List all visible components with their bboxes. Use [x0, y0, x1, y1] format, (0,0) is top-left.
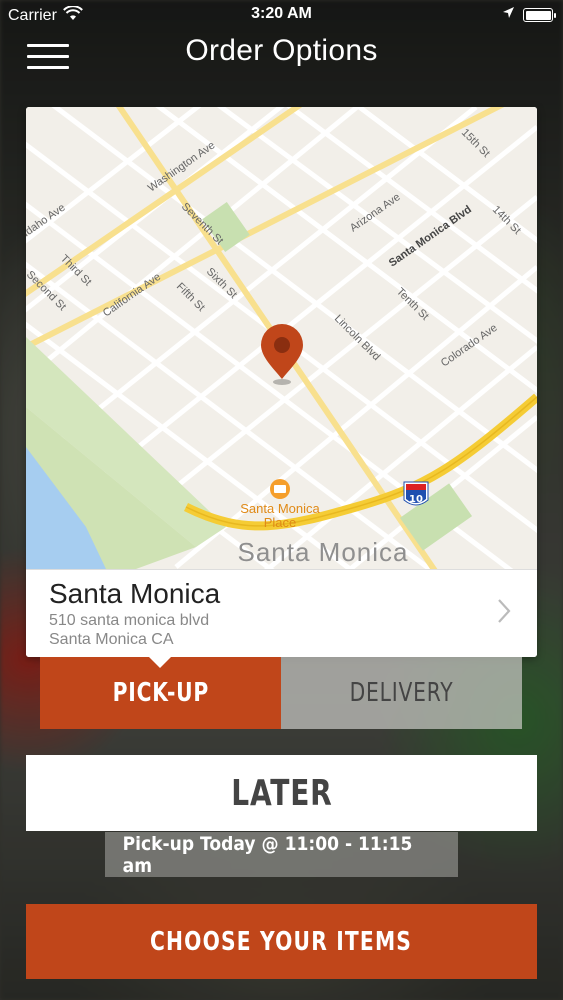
delivery-label: DELIVERY	[349, 678, 454, 708]
location-address-line1: 510 santa monica blvd	[49, 612, 210, 629]
poi-label-line2: Place	[264, 515, 297, 530]
order-type-segmented-control: PICK-UP DELIVERY	[40, 656, 522, 729]
location-arrow-icon	[502, 6, 515, 24]
chevron-right-icon	[497, 598, 511, 629]
highway-shield-number: 10	[409, 494, 423, 505]
location-row[interactable]: Santa Monica 510 santa monica blvd Santa…	[26, 569, 537, 657]
poi-label-line1: Santa Monica	[240, 501, 320, 516]
battery-icon	[523, 8, 556, 22]
battery-fill	[525, 10, 551, 20]
status-right	[502, 6, 556, 24]
pickup-label: PICK-UP	[112, 678, 209, 708]
choose-your-items-button[interactable]: CHOOSE YOUR ITEMS	[26, 904, 537, 979]
delivery-tab[interactable]: DELIVERY	[281, 657, 522, 729]
city-label: Santa Monica	[238, 537, 409, 567]
location-name: Santa Monica	[49, 578, 221, 609]
status-bar: Carrier 3:20 AM	[0, 0, 563, 30]
highway-shield-icon: 10	[403, 481, 429, 506]
status-time: 3:20 AM	[251, 5, 312, 22]
page-title: Order Options	[185, 34, 378, 67]
choose-your-items-label: CHOOSE YOUR ITEMS	[150, 926, 413, 957]
later-label: LATER	[230, 772, 333, 814]
location-card: 10 Idaho Ave Washington Ave Seventh St T…	[26, 107, 537, 657]
pickup-time-badge: Pick-up Today @ 11:00 - 11:15 am	[105, 832, 458, 877]
pickup-time-text: Pick-up Today @ 11:00 - 11:15 am	[122, 832, 413, 877]
map-view[interactable]: 10 Idaho Ave Washington Ave Seventh St T…	[26, 107, 537, 569]
selected-caret	[148, 656, 172, 668]
later-button[interactable]: LATER	[26, 755, 537, 831]
location-address-line2: Santa Monica CA	[49, 631, 174, 648]
